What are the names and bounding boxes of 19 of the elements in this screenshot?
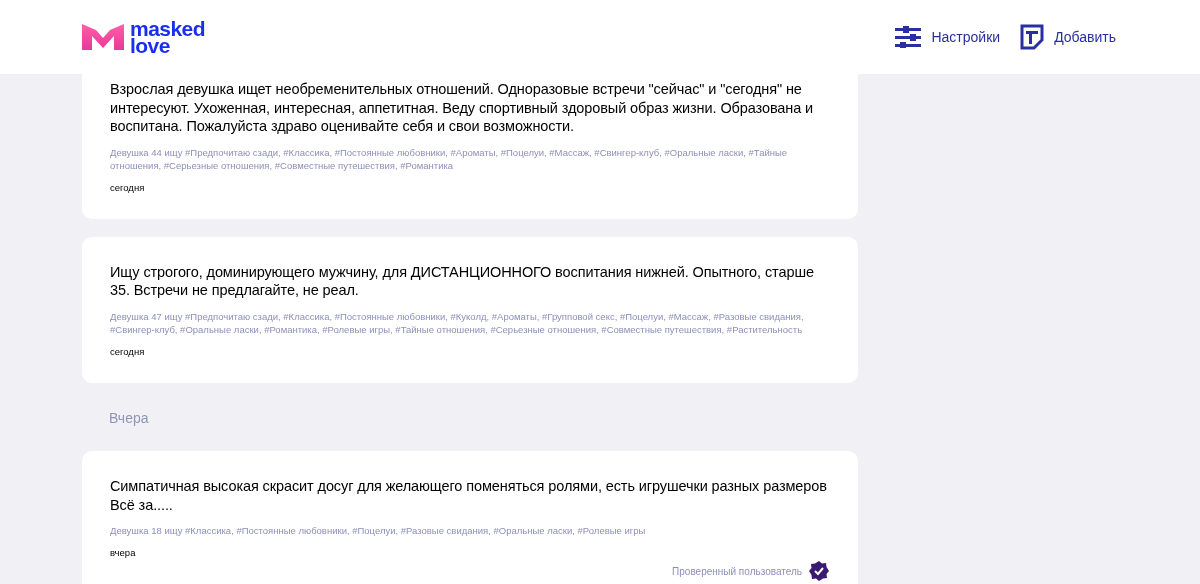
ad-text: Взрослая девушка ищет необременительных отношений. Одноразовые встречи "сейчас" и "сегодня" не интересуют. Ухоженная, интересная, аппетитная. Веду спортивный здоровый образ жизни. Образована и воспитана. Пожалуйста здраво оценивайте себя и свои возможности. bbox=[110, 80, 815, 136]
ad-card[interactable] bbox=[82, 451, 858, 584]
logo-icon bbox=[82, 22, 124, 52]
day-heading: Вчера bbox=[108, 409, 150, 428]
ad-text: Симпатичная высокая скрасит досуг для желающего поменяться ролями, есть игрушечки разных размеров Всё за..... bbox=[110, 477, 828, 514]
verified-badge-icon bbox=[808, 560, 830, 583]
ad-tags: Девушка 44 ищу #Предпочитаю сзади, #Классика, #Постоянные любовники, #Ароматы, #Поцелуи, #Массаж, #Свингер-клуб, #Оральные ласки, #Тайные отношения, #Серьезные отношения, #Совместные путешествия, #Романтика bbox=[110, 145, 830, 172]
ad-text: Ищу строгого, доминирующего мужчину, для ДИСТАНЦИОННОГО воспитания нижней. Опытного, старше 35. Встречи не предлагайте, не реал. bbox=[110, 262, 815, 300]
ad-date: сегодня bbox=[110, 180, 146, 195]
ad-tags: Девушка 47 ищу #Предпочитаю сзади, #Классика, #Постоянные любовники, #Куколд, #Ароматы, #Групповой секс, #Поцелуи, #Массаж, #Разовые свидания, #Свингер-клуб, #Оральные ласки, #Романтика, #Ролевые игры, #Тайные отношения, #Серьезные отношения, #Совместные путешествия, #Растительность bbox=[110, 309, 830, 336]
verified-label: Проверенный пользователь bbox=[672, 564, 802, 579]
nav-link[interactable]: Добавить bbox=[1020, 24, 1116, 50]
ad-date: сегодня bbox=[110, 344, 146, 359]
ad-tags: Девушка 18 ищу #Классика, #Постоянные любовники, #Поцелуи, #Разовые свидания, #Оральные ласки, #Ролевые игры bbox=[110, 524, 830, 537]
ad-date: вчера bbox=[110, 546, 137, 560]
nav-link[interactable]: Настройки bbox=[895, 26, 1001, 48]
settings-icon bbox=[895, 26, 922, 48]
note-icon bbox=[1020, 24, 1045, 50]
logo-text[interactable]: masked love bbox=[130, 20, 206, 54]
